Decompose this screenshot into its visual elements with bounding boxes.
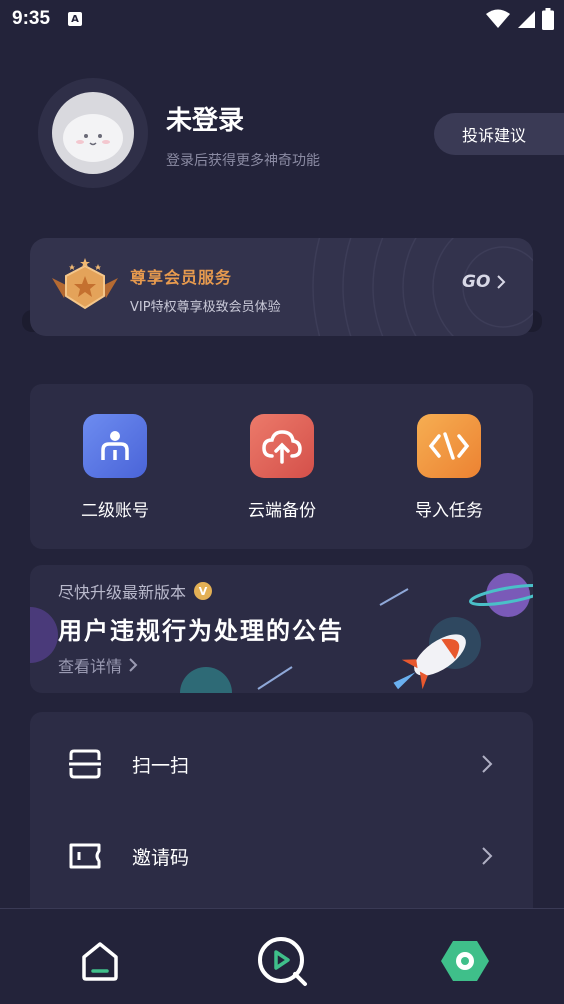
avatar[interactable]	[38, 78, 148, 188]
ticket-icon	[69, 843, 101, 869]
vip-go-label: GO	[462, 272, 491, 292]
cloud-upload-icon	[250, 414, 314, 478]
quick-action-label: 导入任务	[415, 501, 483, 521]
chevron-right-icon	[129, 658, 138, 672]
vip-go-button[interactable]: GO	[462, 272, 506, 292]
vip-description: VIP特权尊享极致会员体验	[130, 300, 281, 315]
announcement-banner[interactable]: 尽快升级最新版本 V 用户违规行为处理的公告 查看详情	[30, 565, 533, 693]
profile-section: 未登录 登录后获得更多神奇功能 投诉建议	[38, 78, 564, 190]
sub-account-icon	[83, 414, 147, 478]
default-avatar-icon	[63, 114, 123, 162]
menu-item-label: 邀请码	[132, 846, 190, 869]
upgrade-hint: 尽快升级最新版本 V	[58, 579, 213, 603]
menu-item-scan[interactable]: 扫一扫	[30, 724, 533, 804]
wifi-icon	[486, 9, 510, 28]
view-details-link[interactable]: 查看详情	[58, 653, 138, 677]
vip-medal-icon	[52, 258, 118, 310]
tab-settings[interactable]	[437, 933, 493, 989]
tab-discover[interactable]	[254, 933, 310, 989]
feedback-button[interactable]: 投诉建议	[434, 113, 564, 155]
code-import-icon	[417, 414, 481, 478]
tab-home[interactable]	[72, 933, 128, 989]
menu-item-label: 扫一扫	[132, 754, 190, 777]
status-bar: 9:35 A	[0, 0, 564, 38]
chevron-right-icon	[497, 275, 506, 289]
battery-icon	[542, 8, 554, 30]
quick-action-label: 二级账号	[81, 501, 149, 521]
version-badge: V	[194, 582, 213, 600]
upgrade-text: 尽快升级最新版本	[58, 583, 187, 602]
menu-item-invite-code[interactable]: 邀请码	[30, 816, 533, 896]
avatar-image	[52, 92, 134, 174]
login-hint: 登录后获得更多神奇功能	[166, 153, 320, 169]
quick-action-sub-account[interactable]: 二级账号	[55, 414, 175, 521]
chevron-right-icon	[482, 755, 493, 773]
menu-list: 扫一扫 邀请码	[30, 712, 533, 922]
bottom-tab-bar	[0, 908, 564, 1004]
quick-action-cloud-backup[interactable]: 云端备份	[222, 414, 342, 521]
vip-title: 尊享会员服务	[130, 268, 233, 287]
scan-icon	[69, 749, 101, 779]
view-details-label: 查看详情	[58, 657, 123, 676]
vip-card[interactable]: 尊享会员服务 VIP特权尊享极致会员体验 GO	[30, 238, 533, 336]
quick-actions-card: 二级账号 云端备份 导入任务	[30, 384, 533, 549]
status-icons	[486, 8, 554, 30]
quick-action-label: 云端备份	[248, 501, 316, 521]
home-icon	[82, 942, 118, 981]
notification-icon: A	[68, 12, 83, 26]
signal-icon	[518, 11, 535, 28]
hexagon-settings-icon	[441, 941, 489, 981]
announcement-title: 用户违规行为处理的公告	[58, 617, 344, 645]
quick-action-import-task[interactable]: 导入任务	[389, 414, 509, 521]
status-time: 9:35	[12, 8, 51, 29]
username[interactable]: 未登录	[166, 100, 244, 137]
play-search-icon	[258, 937, 307, 986]
chevron-right-icon	[482, 847, 493, 865]
